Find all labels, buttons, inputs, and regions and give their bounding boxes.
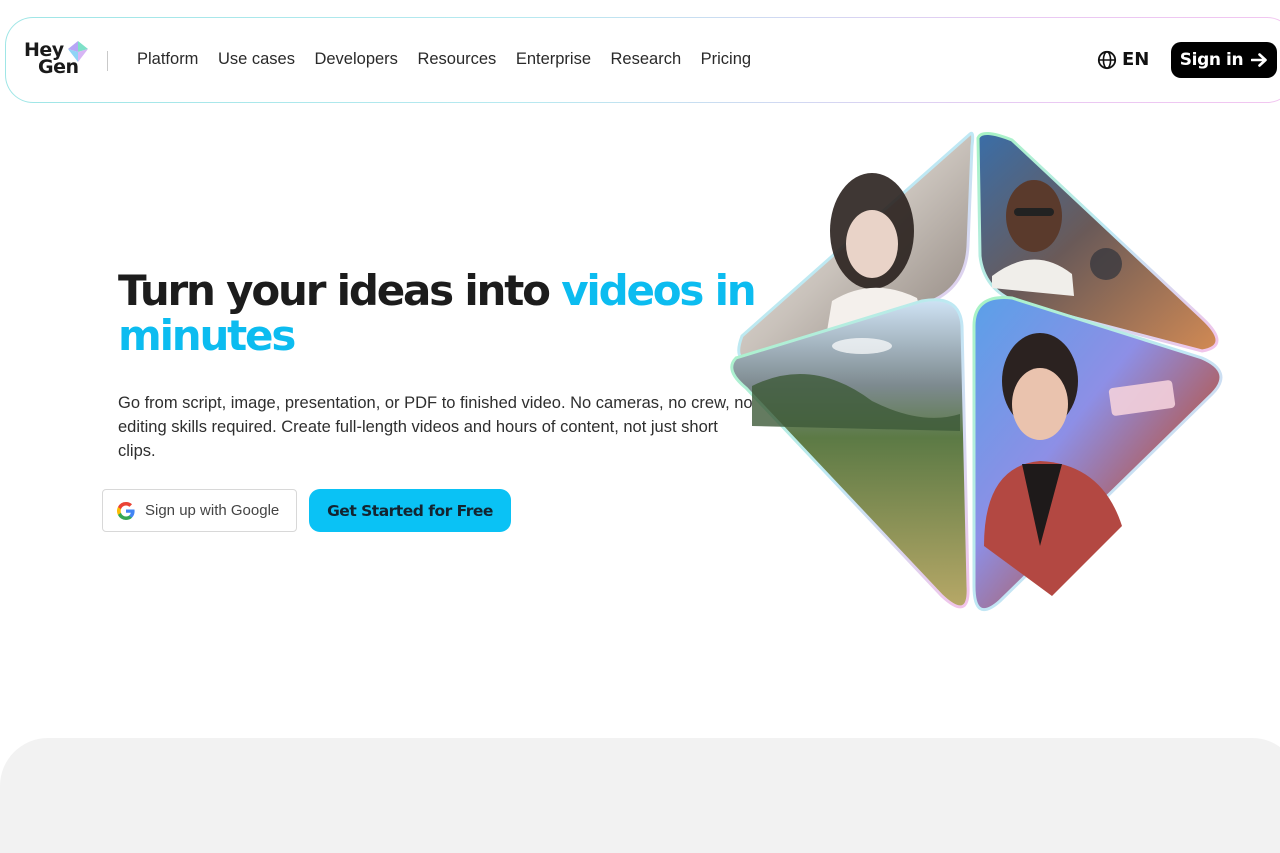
logo-gem-icon	[68, 41, 88, 62]
hero-title-plain: Turn your ideas into	[118, 266, 562, 315]
nav-link-research[interactable]: Research	[611, 50, 682, 69]
nav-link-platform[interactable]: Platform	[137, 50, 198, 69]
language-selector[interactable]: EN	[1097, 49, 1149, 70]
arrow-right-icon	[1251, 53, 1267, 67]
globe-icon	[1097, 50, 1117, 69]
sign-in-button[interactable]: Sign in	[1171, 42, 1277, 78]
nav-links: Platform Use cases Developers Resources …	[137, 50, 771, 69]
nav-divider	[107, 51, 108, 71]
top-navigation: Hey Gen Platform Use cases Developers Re…	[5, 17, 1280, 103]
nav-link-use-cases[interactable]: Use cases	[218, 50, 295, 69]
language-label: EN	[1122, 49, 1150, 70]
hero-video-gem	[730, 131, 1223, 612]
hero-title: Turn your ideas into videos in minutes	[118, 268, 758, 358]
get-started-label: Get Started for Free	[327, 501, 493, 520]
sign-up-google-button[interactable]: Sign up with Google	[102, 489, 297, 532]
next-section-panel	[0, 738, 1280, 853]
nav-link-pricing[interactable]: Pricing	[701, 50, 751, 69]
heygen-logo[interactable]: Hey Gen	[24, 40, 94, 80]
google-icon	[117, 501, 135, 520]
nav-link-enterprise[interactable]: Enterprise	[516, 50, 591, 69]
sign-in-label: Sign in	[1179, 50, 1244, 70]
nav-link-developers[interactable]: Developers	[314, 50, 397, 69]
nav-link-resources[interactable]: Resources	[417, 50, 496, 69]
hero-subtitle: Go from script, image, presentation, or …	[118, 394, 753, 460]
sign-up-google-label: Sign up with Google	[145, 502, 280, 519]
get-started-button[interactable]: Get Started for Free	[309, 489, 511, 532]
